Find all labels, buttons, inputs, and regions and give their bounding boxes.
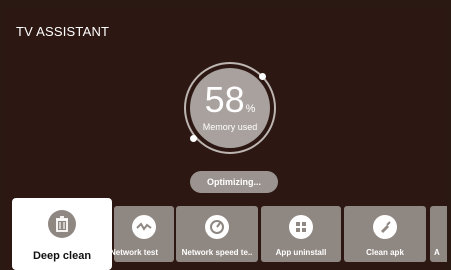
tool-network-speed-test[interactable]: Network speed te..: [176, 206, 258, 262]
memory-gauge: 58% Memory used: [190, 68, 270, 148]
memory-label: Memory used: [202, 122, 258, 132]
tool-label: Deep clean: [32, 250, 92, 262]
tool-label: Network speed te..: [181, 248, 253, 257]
trash-icon: [48, 210, 76, 238]
app-title: TV ASSISTANT: [16, 24, 110, 39]
tool-network-test[interactable]: Network test: [110, 206, 174, 262]
memory-value: 58: [204, 79, 245, 120]
optimize-button[interactable]: Optimizing...: [190, 171, 278, 193]
broom-icon: [373, 215, 397, 239]
tool-partial[interactable]: A: [430, 206, 447, 262]
memory-unit: %: [245, 103, 256, 115]
tool-deep-clean[interactable]: Deep clean: [12, 198, 112, 270]
tool-label: Clean apk: [366, 248, 404, 257]
tool-label: A: [434, 248, 440, 257]
tool-clean-apk[interactable]: Clean apk: [344, 206, 426, 262]
grid-icon: [289, 215, 313, 239]
pulse-icon: [132, 215, 156, 239]
tool-app-uninstall[interactable]: App uninstall: [261, 206, 341, 262]
tool-label: App uninstall: [275, 248, 327, 257]
ring-dot-bottom: [190, 135, 197, 142]
tool-label: Network test: [110, 248, 159, 257]
ring-dot-top: [259, 73, 266, 80]
tv-assistant-screen: TV ASSISTANT 58% Memory used Optimizing.…: [4, 8, 447, 270]
gauge-icon: [205, 215, 229, 239]
